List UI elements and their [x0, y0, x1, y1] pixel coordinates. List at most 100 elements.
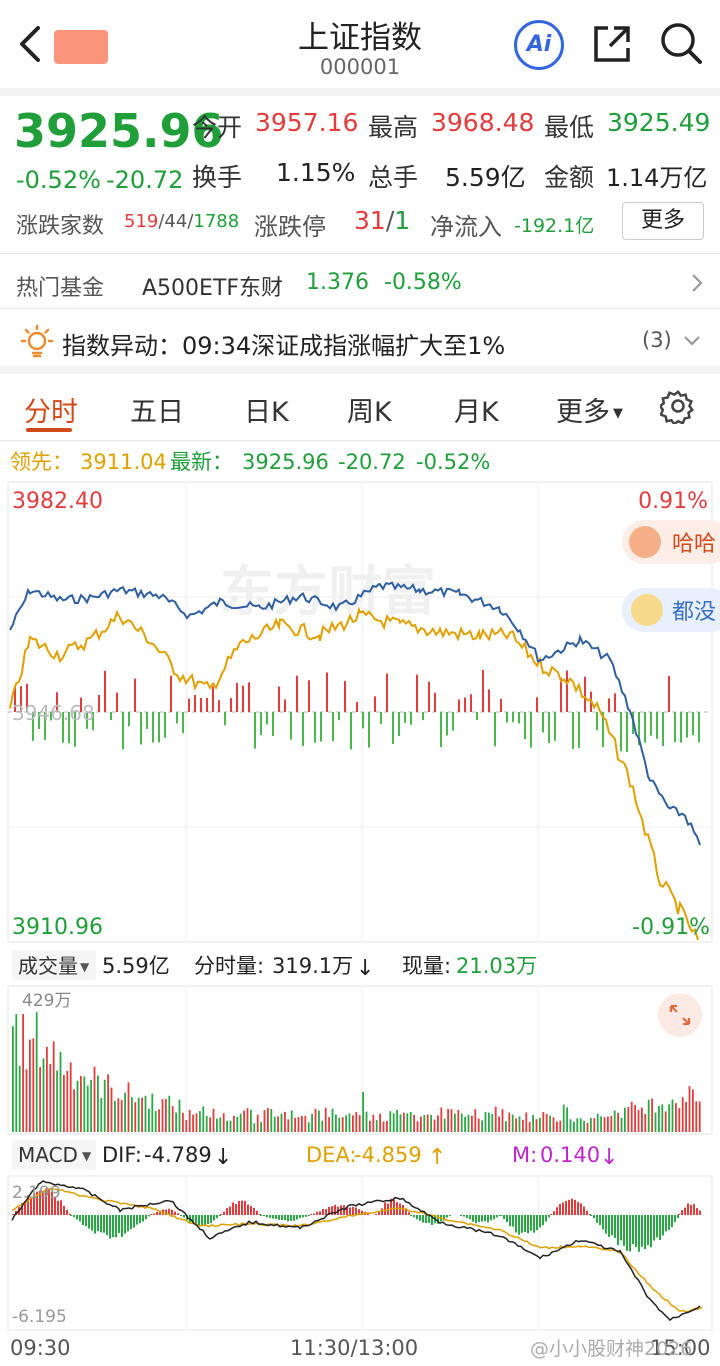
- turnover-bar: [668, 675, 670, 712]
- turnover-bar: [332, 712, 334, 742]
- macd-bar: [156, 1211, 158, 1216]
- volume-bar: [233, 1115, 235, 1132]
- turnover-bar: [662, 712, 664, 747]
- volume-bar: [471, 1115, 473, 1132]
- volume-bar: [481, 1120, 483, 1132]
- search-icon[interactable]: [658, 20, 704, 66]
- macd-bar: [100, 1215, 102, 1233]
- macd-bar: [250, 1205, 252, 1215]
- turnover-bar: [242, 685, 244, 712]
- turnover-bar: [686, 712, 688, 738]
- tab-more[interactable]: 更多 ▼: [556, 390, 623, 429]
- volume-bar: [93, 1066, 96, 1132]
- tab-monthly-k[interactable]: 月K: [454, 390, 499, 429]
- volume-bar: [46, 1046, 48, 1132]
- turnover-bar: [194, 694, 196, 712]
- macd-bar: [82, 1215, 84, 1225]
- down-arrow-icon: ↓: [600, 1145, 618, 1170]
- macd-bar: [500, 1215, 502, 1216]
- turnover-bar: [374, 696, 376, 712]
- tab-intraday[interactable]: 分时: [24, 390, 78, 429]
- macd-bar: [466, 1215, 468, 1218]
- volume-bar: [426, 1114, 429, 1132]
- hot-fund-row[interactable]: 热门基金 A500ETF东财 1.376 -0.58%: [0, 258, 720, 308]
- tab-five-day[interactable]: 五日: [130, 390, 184, 429]
- macd-bar: [416, 1215, 418, 1220]
- macd-bar: [247, 1204, 249, 1215]
- macd-bar: [506, 1215, 508, 1222]
- low-value: 3925.49: [607, 108, 711, 137]
- macd-bar: [316, 1211, 318, 1215]
- volume-bar: [389, 1111, 392, 1132]
- turnover-bar: [362, 712, 364, 729]
- macd-bar: [641, 1215, 643, 1247]
- limit-up-count: 31: [354, 206, 386, 235]
- share-icon[interactable]: [590, 22, 634, 66]
- macd-bar: [112, 1215, 114, 1238]
- volume-bar: [103, 1079, 106, 1132]
- macd-bar: [198, 1215, 200, 1227]
- volume-bar: [73, 1089, 75, 1132]
- volume-bar: [178, 1099, 181, 1132]
- volume-bar: [681, 1097, 684, 1132]
- volume-bar: [137, 1097, 140, 1132]
- turnover-bar: [278, 686, 280, 712]
- macd-bar: [478, 1215, 480, 1223]
- macd-bar: [66, 1209, 68, 1215]
- comment-bubble[interactable]: 都没: [622, 588, 720, 632]
- index-alert-row[interactable]: 指数异动：09:34深证成指涨幅扩大至1% (3): [0, 316, 720, 366]
- gear-icon[interactable]: [660, 388, 696, 424]
- volume-bar: [651, 1098, 653, 1132]
- macd-bar: [574, 1199, 576, 1215]
- comment-bubble[interactable]: 哈哈: [622, 520, 720, 564]
- volume-bar: [358, 1115, 361, 1132]
- macd-bar: [402, 1205, 404, 1216]
- tab-weekly-k[interactable]: 周K: [347, 390, 392, 429]
- volume-bar: [440, 1107, 443, 1132]
- macd-bar: [216, 1215, 218, 1219]
- turnover-bar: [530, 712, 532, 748]
- intraday-chart[interactable]: 领先： 3911.04 最新： 3925.96 -20.72 -0.52% 东方…: [0, 440, 720, 1366]
- volume-bar: [576, 1118, 579, 1132]
- macd-bar: [88, 1215, 90, 1229]
- macd-bar: [677, 1215, 679, 1219]
- macd-bar: [542, 1215, 544, 1226]
- volume-bar: [69, 1062, 72, 1132]
- tab-daily-k[interactable]: 日K: [244, 390, 289, 429]
- macd-bar: [674, 1215, 676, 1223]
- turnover-bar: [134, 678, 136, 712]
- volume-bar: [685, 1102, 687, 1132]
- macd-bar: [626, 1215, 628, 1251]
- expand-button[interactable]: [658, 993, 702, 1037]
- down-count: 1788: [193, 211, 240, 232]
- alert-count: (3): [642, 328, 672, 352]
- volume-bar: [110, 1087, 113, 1132]
- macd-bar: [12, 1214, 14, 1215]
- volume-bar: [182, 1112, 184, 1132]
- flat-count: /44/: [158, 211, 194, 232]
- macd-bar: [650, 1215, 652, 1248]
- macd-bar: [693, 1204, 695, 1216]
- active-tab-indicator: [26, 428, 72, 432]
- volume-bar: [545, 1114, 548, 1132]
- more-button[interactable]: 更多: [622, 202, 704, 240]
- turnover-bar: [272, 712, 274, 736]
- macd-bar: [238, 1201, 240, 1216]
- volume-bar: [209, 1117, 211, 1132]
- volume-bar: [195, 1113, 198, 1132]
- ai-assistant-button[interactable]: Ai: [514, 20, 564, 70]
- macd-bar: [219, 1215, 221, 1216]
- turnover-bar: [146, 712, 148, 729]
- macd-bar: [207, 1215, 209, 1224]
- caret-down-icon: ▼: [82, 1149, 92, 1163]
- volume-bar: [284, 1111, 286, 1132]
- open-value: 3957.16: [255, 108, 359, 137]
- volume-bar: [114, 1100, 116, 1132]
- macd-selector-label: MACD: [18, 1143, 78, 1167]
- volume-bar: [260, 1122, 262, 1132]
- volume-bar: [678, 1108, 681, 1132]
- turnover-bar: [578, 712, 580, 748]
- volume-bar: [416, 1121, 419, 1132]
- volume-bar: [175, 1112, 177, 1132]
- macd-bar: [124, 1215, 126, 1234]
